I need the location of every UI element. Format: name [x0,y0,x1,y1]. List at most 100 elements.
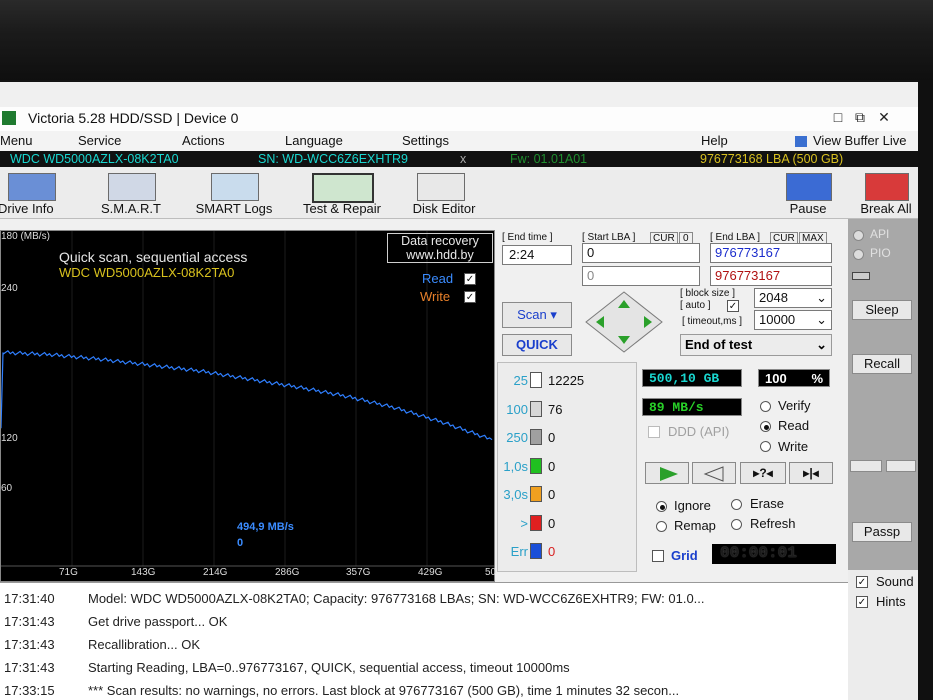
sound-label: Sound [876,574,914,589]
direction-pad[interactable] [584,290,664,354]
smart-button[interactable]: S.M.A.R.T [92,169,170,217]
break-all-button[interactable]: Break All [855,169,917,217]
block-color-swatch [530,429,542,445]
monitor-bezel-top [0,0,933,80]
sound-checkbox[interactable]: ✓ [856,576,868,588]
block-counter-row: Err 0 [498,542,636,562]
menu-item-language[interactable]: Language [285,133,343,148]
block-counter-row: 250 0 [498,428,636,448]
x-tick-label: 50 [485,567,497,578]
drive-capacity: 976773168 LBA (500 GB) [700,152,844,166]
block-counter-value: 0 [548,487,556,502]
menu-item-actions[interactable]: Actions [182,133,225,148]
view-buffer-live[interactable]: View Buffer Live [813,133,906,148]
block-counter-value: 0 [548,544,556,559]
data-recovery-link[interactable]: Data recovery www.hdd.by [387,233,493,263]
end-lba-input-2[interactable]: 976773167 [710,266,832,286]
menu-item-help[interactable]: Help [701,133,728,148]
ignore-radio[interactable] [656,501,667,512]
end-action-select[interactable]: End of test ⌄ [680,334,832,356]
close-icon[interactable]: ✕ [874,109,894,127]
refresh-label: Refresh [750,516,796,531]
start-lba-input-2[interactable]: 0 [582,266,700,286]
cursor-zero: 0 [237,537,244,549]
hints-checkbox[interactable]: ✓ [856,596,868,608]
end-icon[interactable]: ▸|◂ [789,462,833,484]
read-legend-checkbox[interactable]: ✓ [464,273,476,285]
verify-radio[interactable] [760,401,771,412]
sleep-button[interactable]: Sleep [852,300,912,320]
remap-radio[interactable] [656,521,667,532]
log-time: 17:33:15 [4,683,55,698]
refresh-radio[interactable] [731,519,742,530]
grid-checkbox[interactable] [652,550,664,562]
y-axis-label: 180 (MB/s) [1,231,50,242]
close-drive-icon[interactable]: x [460,152,466,166]
recall-button[interactable]: Recall [852,354,912,374]
drive-info-button[interactable]: Drive Info [0,169,62,217]
block-color-swatch [530,486,542,502]
pio-radio[interactable] [853,249,864,260]
smart-logs-button[interactable]: SMART Logs [188,169,280,217]
disk-editor-button[interactable]: Disk Editor [404,169,484,217]
toolbar: Drive Info S.M.A.R.T SMART Logs Test & R… [0,167,918,219]
write-legend-checkbox[interactable]: ✓ [464,291,476,303]
erase-radio[interactable] [731,499,742,510]
menu-item-settings[interactable]: Settings [402,133,449,148]
end-time-input[interactable]: 2:24 [502,245,572,265]
block-color-swatch [530,543,542,559]
block-counter-label: 250 [506,430,528,445]
write-label: Write [778,439,809,454]
test-repair-button[interactable]: Test & Repair [294,169,390,217]
event-log[interactable]: 17:31:40 Model: WDC WD5000AZLX-08K2TA0; C… [0,582,848,700]
read-radio[interactable] [760,421,771,432]
disk-editor-icon [417,173,465,201]
api-radio[interactable] [853,230,864,241]
power-on-button[interactable] [886,460,916,472]
step-icon[interactable]: ▸?◂ [740,462,786,484]
verify-label: Verify [778,398,811,413]
scanned-size: 500,10 GB [642,369,742,387]
block-counter-label: 100 [506,401,528,417]
log-time: 17:31:40 [4,591,55,606]
pause-button[interactable]: Pause [780,169,836,217]
block-size-label: [ block size ] [680,288,736,299]
app-icon [2,111,16,125]
block-counter-row: 1,0s 0 [498,457,636,477]
block-size-select[interactable]: 2048 ⌄ [754,288,832,308]
read-legend: Read [422,271,454,286]
passp-button[interactable]: Passp [852,522,912,542]
play-button[interactable] [645,462,689,484]
menu-item-menu[interactable]: Menu [0,133,33,148]
write-radio[interactable] [760,441,771,452]
x-tick-label: 214G [203,567,228,578]
restore-icon[interactable]: ⧉ [850,109,870,127]
direction-pad-icon [585,291,663,353]
screen: Victoria 5.28 HDD/SSD | Device 0 □ ⧉ ✕ M… [0,82,918,700]
minimize-icon[interactable]: □ [828,109,848,127]
power-off-button[interactable] [850,460,882,472]
drive-model[interactable]: WDC WD5000AZLX-08K2TA0 [10,152,179,166]
block-color-swatch [530,400,542,417]
cursor-value: 494,9 MB/s [237,521,294,533]
y-tick-label: 240 [1,283,18,294]
start-lba-input[interactable]: 0 [582,243,700,263]
log-message: Model: WDC WD5000AZLX-08K2TA0; Capacity:… [88,591,705,606]
x-tick-label: 286G [275,567,300,578]
drive-firmware: Fw: 01.01A01 [510,152,588,166]
graph-title: Quick scan, sequential access [59,249,248,265]
timeout-select[interactable]: 10000 ⌄ [754,310,832,330]
scan-mode-select[interactable]: Scan ▾ [502,302,572,328]
quick-button[interactable]: QUICK [502,334,572,356]
monitor-bezel-right [918,80,933,700]
reverse-button[interactable] [692,462,736,484]
block-counter-label: 3,0s [503,487,528,502]
ddd-checkbox[interactable] [648,426,660,438]
end-lba-input[interactable]: 976773167 [710,243,832,263]
end-lba-label: [ End LBA ] [710,232,761,243]
menu-item-service[interactable]: Service [78,133,121,148]
auto-label: [ auto ] [680,300,711,311]
pio-label: PIO [870,246,891,260]
auto-checkbox[interactable]: ✓ [727,300,739,312]
play-icon [660,467,678,481]
